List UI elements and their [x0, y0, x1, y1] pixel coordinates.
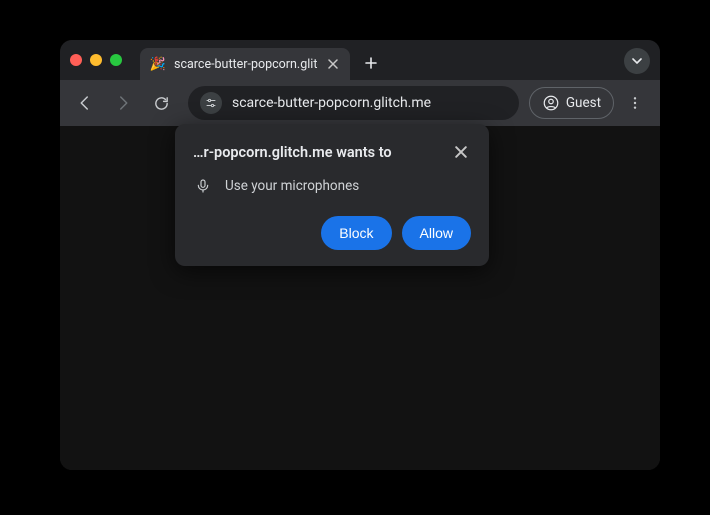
allow-button[interactable]: Allow	[402, 216, 471, 250]
url-text: scarce-butter-popcorn.glitch.me	[232, 95, 431, 111]
address-bar[interactable]: scarce-butter-popcorn.glitch.me	[188, 86, 519, 120]
tab-search-button[interactable]	[624, 48, 650, 74]
guest-icon	[542, 94, 560, 112]
microphone-icon	[195, 178, 211, 194]
browser-menu-button[interactable]	[618, 86, 652, 120]
profile-label: Guest	[566, 95, 601, 111]
site-settings-icon[interactable]	[200, 92, 222, 114]
toolbar: scarce-butter-popcorn.glitch.me Guest	[60, 80, 660, 126]
browser-window: 🎉 scarce-butter-popcorn.glitch scarce-b	[60, 40, 660, 470]
minimize-window-button[interactable]	[90, 54, 102, 66]
close-window-button[interactable]	[70, 54, 82, 66]
maximize-window-button[interactable]	[110, 54, 122, 66]
permission-dialog: …r-popcorn.glitch.me wants to Use your m…	[175, 124, 489, 266]
block-button[interactable]: Block	[321, 216, 391, 250]
new-tab-button[interactable]	[358, 50, 384, 76]
tab-strip: 🎉 scarce-butter-popcorn.glitch	[60, 40, 660, 80]
window-controls	[70, 54, 122, 66]
profile-button[interactable]: Guest	[529, 87, 614, 119]
tab-title: scarce-butter-popcorn.glitch	[174, 57, 318, 72]
reload-button[interactable]	[144, 86, 178, 120]
close-tab-button[interactable]	[326, 57, 340, 71]
tab-favicon-icon: 🎉	[150, 56, 166, 72]
close-dialog-button[interactable]	[451, 142, 471, 162]
browser-tab[interactable]: 🎉 scarce-butter-popcorn.glitch	[140, 48, 350, 80]
permission-item: Use your microphones	[193, 178, 471, 194]
forward-button[interactable]	[106, 86, 140, 120]
permission-item-label: Use your microphones	[225, 178, 359, 194]
permission-title: …r-popcorn.glitch.me wants to	[193, 144, 392, 161]
back-button[interactable]	[68, 86, 102, 120]
page-content: …r-popcorn.glitch.me wants to Use your m…	[60, 126, 660, 470]
